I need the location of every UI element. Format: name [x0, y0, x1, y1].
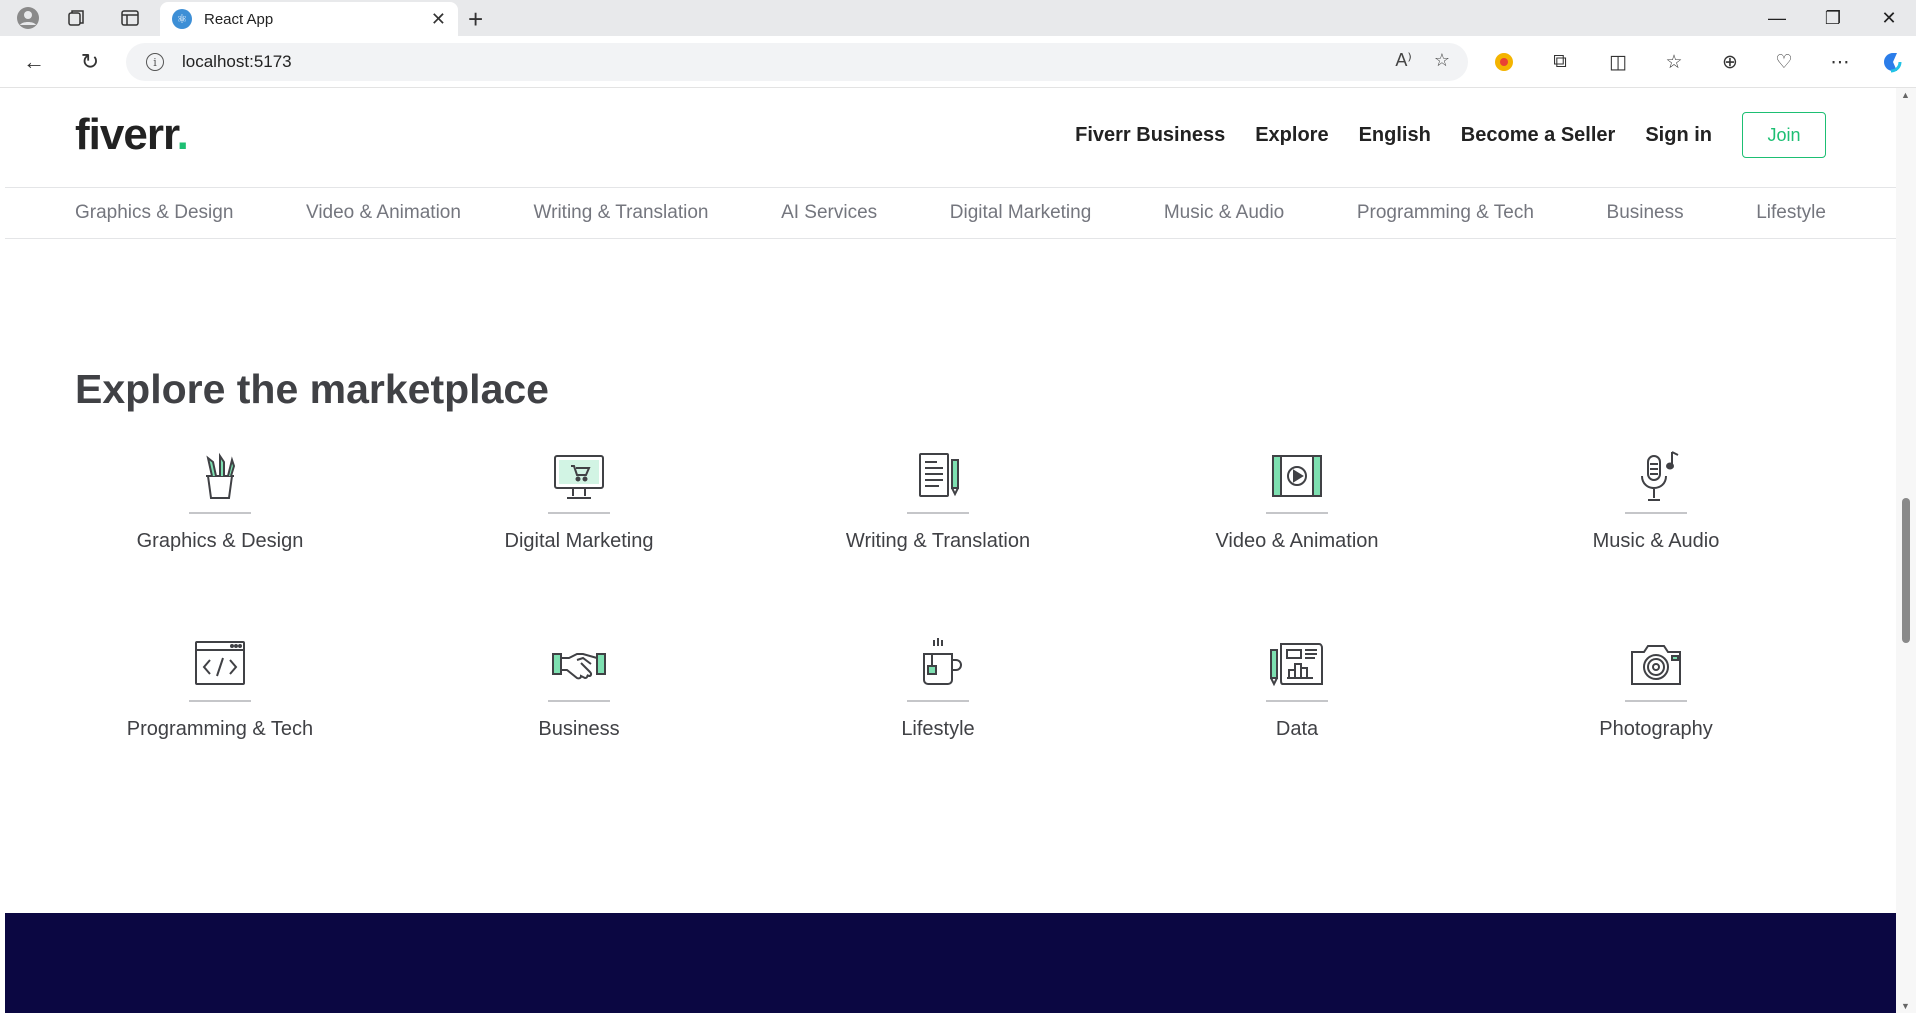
- profile-icon[interactable]: [16, 6, 40, 30]
- item-label: Business: [538, 718, 620, 740]
- item-divider: [1625, 512, 1687, 514]
- favorite-star-icon[interactable]: ☆: [1434, 50, 1450, 71]
- split-screen-icon[interactable]: ◫: [1604, 48, 1632, 76]
- top-navigation: Fiverr Business Explore English Become a…: [1075, 112, 1826, 158]
- page-viewport: fiverr. Fiverr Business Explore English …: [5, 88, 1896, 1013]
- item-label: Graphics & Design: [136, 530, 304, 552]
- film-play-icon: [1272, 455, 1322, 497]
- category-ai-services[interactable]: AI Services: [781, 202, 877, 224]
- address-bar[interactable]: i localhost:5173 A⁾ ☆: [126, 43, 1468, 81]
- nav-language[interactable]: English: [1359, 124, 1431, 147]
- marketplace-item[interactable]: Lifestyle: [788, 636, 1088, 756]
- marketplace-item[interactable]: Business: [429, 636, 729, 756]
- dark-banner-section: [5, 913, 1896, 1013]
- monitor-cart-icon: [554, 455, 604, 499]
- category-menu: Graphics & Design Video & Animation Writ…: [5, 188, 1896, 239]
- scroll-thumb[interactable]: [1902, 498, 1910, 643]
- restore-icon[interactable]: ❐: [1808, 4, 1858, 32]
- marketplace-item[interactable]: Graphics & Design: [70, 448, 370, 568]
- marketplace-item[interactable]: Writing & Translation: [788, 448, 1088, 568]
- browser-tab[interactable]: ⚛ React App ✕: [160, 2, 458, 36]
- category-graphics-design[interactable]: Graphics & Design: [75, 202, 233, 224]
- back-icon[interactable]: ←: [20, 48, 48, 76]
- url-text: localhost:5173: [182, 52, 292, 71]
- category-video-animation[interactable]: Video & Animation: [306, 202, 461, 224]
- item-label: Video & Animation: [1215, 530, 1379, 552]
- minimize-icon[interactable]: —: [1752, 4, 1802, 32]
- workspaces-icon[interactable]: [64, 6, 88, 30]
- logo-text: fiverr: [75, 110, 178, 159]
- marketplace-item[interactable]: Photography: [1506, 636, 1806, 756]
- item-divider: [1625, 700, 1687, 702]
- marketplace-item[interactable]: Digital Marketing: [429, 448, 729, 568]
- code-window-icon: [195, 641, 245, 685]
- read-aloud-icon[interactable]: A⁾: [1395, 50, 1411, 71]
- fiverr-logo[interactable]: fiverr.: [75, 110, 189, 160]
- item-divider: [548, 700, 610, 702]
- item-label: Programming & Tech: [126, 718, 314, 740]
- marketplace-item[interactable]: Music & Audio: [1506, 448, 1806, 568]
- marketplace-item[interactable]: Video & Animation: [1147, 448, 1447, 568]
- scroll-up-icon[interactable]: ▲: [1901, 90, 1910, 100]
- copilot-icon[interactable]: [1878, 48, 1906, 76]
- category-digital-marketing[interactable]: Digital Marketing: [950, 202, 1092, 224]
- mug-icon: [923, 638, 962, 685]
- new-tab-icon[interactable]: +: [468, 4, 483, 35]
- scroll-down-icon[interactable]: ▼: [1901, 1001, 1910, 1011]
- item-divider: [548, 512, 610, 514]
- document-pen-icon: [919, 453, 959, 497]
- item-label: Lifestyle: [901, 718, 975, 740]
- nav-fiverr-business[interactable]: Fiverr Business: [1075, 124, 1225, 147]
- item-label: Digital Marketing: [504, 530, 654, 552]
- join-button[interactable]: Join: [1742, 112, 1826, 158]
- nav-become-seller[interactable]: Become a Seller: [1461, 124, 1616, 147]
- page-scrollbar[interactable]: ▲ ▼: [1896, 88, 1916, 1013]
- site-info-icon[interactable]: i: [146, 53, 164, 71]
- microphone-note-icon: [1641, 451, 1679, 501]
- browser-tab-bar: ⚛ React App ✕ + — ❐ ✕: [0, 0, 1916, 36]
- item-divider: [1266, 512, 1328, 514]
- handshake-icon: [552, 653, 606, 680]
- item-label: Writing & Translation: [845, 530, 1031, 552]
- tab-title: React App: [204, 10, 274, 28]
- favorites-icon[interactable]: ☆: [1660, 48, 1688, 76]
- site-header: fiverr. Fiverr Business Explore English …: [5, 88, 1896, 188]
- item-label: Music & Audio: [1592, 530, 1720, 552]
- report-chart-icon: [1270, 643, 1323, 687]
- logo-dot: .: [176, 110, 189, 159]
- nav-explore[interactable]: Explore: [1255, 124, 1328, 147]
- refresh-icon[interactable]: ↻: [76, 48, 104, 76]
- react-icon: ⚛: [172, 9, 192, 29]
- marketplace-item[interactable]: Data: [1147, 636, 1447, 756]
- item-label: Data: [1275, 718, 1319, 740]
- marketplace-item[interactable]: Programming & Tech: [70, 636, 370, 756]
- item-label: Photography: [1599, 718, 1713, 740]
- item-divider: [189, 700, 251, 702]
- nav-sign-in[interactable]: Sign in: [1645, 124, 1712, 147]
- category-lifestyle[interactable]: Lifestyle: [1756, 202, 1826, 224]
- item-divider: [189, 512, 251, 514]
- item-divider: [907, 700, 969, 702]
- tab-actions-icon[interactable]: [118, 6, 142, 30]
- collections-icon[interactable]: ⊕: [1716, 48, 1744, 76]
- section-title: Explore the marketplace: [75, 366, 549, 412]
- extensions-icon[interactable]: ⧉: [1546, 48, 1574, 76]
- extension-color-icon[interactable]: [1490, 48, 1518, 76]
- item-divider: [1266, 700, 1328, 702]
- camera-icon: [1631, 645, 1681, 685]
- close-window-icon[interactable]: ✕: [1864, 4, 1914, 32]
- category-writing-translation[interactable]: Writing & Translation: [534, 202, 709, 224]
- more-menu-icon[interactable]: ⋯: [1826, 48, 1854, 76]
- browser-toolbar: ← ↻ i localhost:5173 A⁾ ☆ ⧉ ◫ ☆ ⊕ ♡ ⋯: [0, 36, 1916, 88]
- category-programming-tech[interactable]: Programming & Tech: [1357, 202, 1534, 224]
- item-divider: [907, 512, 969, 514]
- pencil-cup-icon: [206, 452, 236, 499]
- category-business[interactable]: Business: [1607, 202, 1684, 224]
- category-music-audio[interactable]: Music & Audio: [1164, 202, 1284, 224]
- performance-icon[interactable]: ♡: [1770, 48, 1798, 76]
- close-tab-icon[interactable]: ✕: [431, 9, 446, 30]
